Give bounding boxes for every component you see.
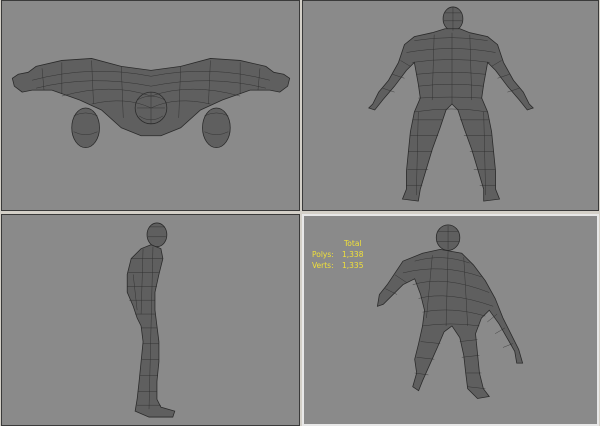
stats-polys-label: Polys: — [312, 250, 334, 259]
character-mesh-front — [368, 6, 534, 202]
stats-polys-row: Polys: 1,338 — [312, 249, 363, 260]
character-mesh-top — [11, 58, 291, 148]
stats-polys-value: 1,338 — [342, 250, 364, 259]
stats-verts-row: Verts: 1,335 — [312, 260, 363, 271]
stats-verts-value: 1,335 — [342, 261, 364, 270]
viewport-front[interactable] — [302, 0, 599, 211]
viewport-grid: Total Polys: 1,338 Verts: 1,335 — [0, 0, 600, 426]
stats-total-header: Total — [344, 239, 362, 248]
viewport-perspective[interactable]: Total Polys: 1,338 Verts: 1,335 — [302, 214, 599, 426]
stats-verts-label: Verts: — [312, 261, 334, 270]
viewport-left[interactable] — [1, 214, 300, 426]
viewport-top[interactable] — [1, 0, 300, 211]
character-mesh-left — [126, 222, 176, 418]
